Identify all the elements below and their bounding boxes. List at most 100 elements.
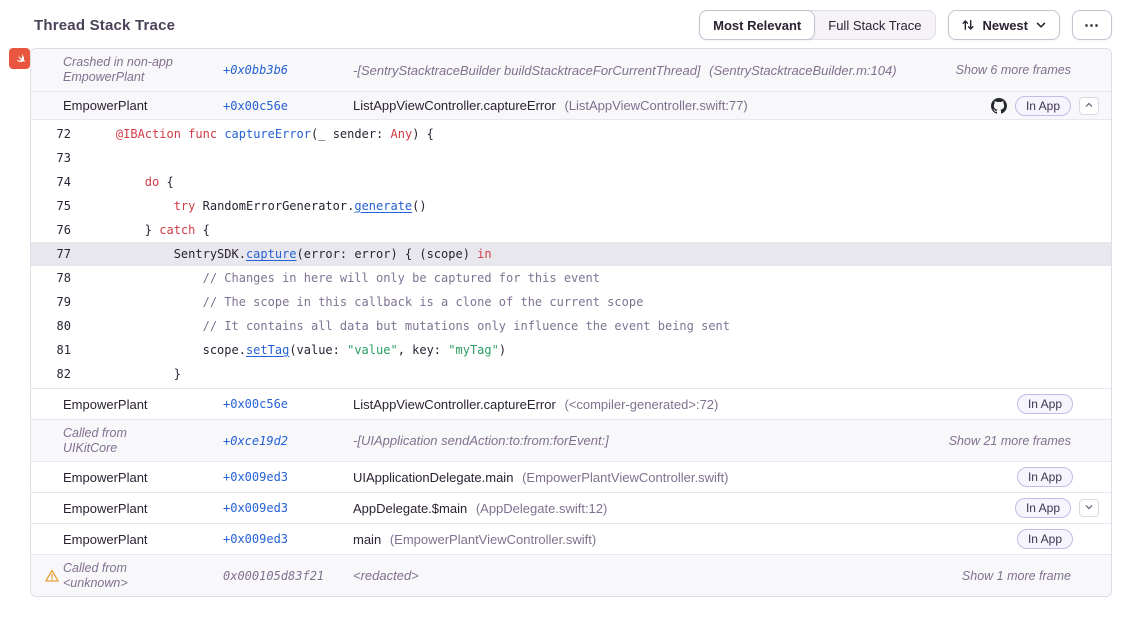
code-token: SentrySDK. (87, 247, 246, 261)
thread-stack-trace-panel: Thread Stack Trace Most Relevant Full St… (0, 0, 1141, 619)
frame-module: EmpowerPlant (63, 470, 223, 485)
frame-source-link[interactable]: (<compiler-generated>:72) (564, 397, 718, 412)
header-controls: Most Relevant Full Stack Trace Newest ⋯ (699, 10, 1112, 40)
code-token: () (412, 199, 426, 213)
show-more-frames-link[interactable]: Show 6 more frames (956, 63, 1071, 77)
stack-frame-row[interactable]: EmpowerPlant +0x00c56e ListAppViewContro… (31, 91, 1111, 119)
stack-frame-row[interactable]: EmpowerPlant +0x00c56e ListAppViewContro… (31, 388, 1111, 419)
frame-address-link[interactable]: +0xce19d2 (223, 434, 353, 448)
frame-source-file: (SentryStacktraceBuilder.m:104) (709, 63, 896, 78)
code-token (87, 271, 203, 285)
frame-function: UIApplicationDelegate.main (353, 470, 513, 485)
code-link[interactable]: capture (246, 247, 297, 261)
stack-frame-row[interactable]: Called from UIKitCore +0xce19d2 -[UIAppl… (31, 419, 1111, 461)
code-token: "myTag" (448, 343, 499, 357)
line-number: 75 (31, 199, 71, 213)
code-token: { (159, 175, 173, 189)
code-link[interactable]: generate (354, 199, 412, 213)
code-token: @IBAction (116, 127, 181, 141)
full-stack-trace-button[interactable]: Full Stack Trace (814, 11, 935, 39)
chevron-up-icon (1084, 97, 1094, 115)
github-icon[interactable] (991, 98, 1007, 114)
code-token: catch (159, 223, 195, 237)
sort-arrows-icon (961, 18, 975, 32)
stack-frame-row[interactable]: EmpowerPlant +0x009ed3 main (EmpowerPlan… (31, 523, 1111, 554)
code-token: // It contains all data but mutations on… (203, 319, 730, 333)
frame-source-link[interactable]: (EmpowerPlantViewController.swift) (390, 532, 596, 547)
frame-module: EmpowerPlant (63, 501, 223, 516)
collapse-frame-button[interactable] (1079, 97, 1099, 115)
warning-icon (44, 568, 60, 584)
code-line: 82 } (31, 362, 1111, 386)
frame-address-link[interactable]: +0x00c56e (223, 397, 353, 411)
code-line-highlighted: 77 SentrySDK.capture(error: error) { (sc… (31, 242, 1111, 266)
code-token: ) { (412, 127, 434, 141)
frame-function: <redacted> (353, 568, 419, 583)
frame-address-link[interactable]: +0x009ed3 (223, 532, 353, 546)
ellipsis-icon: ⋯ (1084, 16, 1100, 34)
frame-source-link[interactable]: (AppDelegate.swift:12) (476, 501, 608, 516)
code-token (87, 319, 203, 333)
frame-address-link[interactable]: +0x00c56e (223, 99, 353, 113)
code-line: 72 @IBAction func captureError(_ sender:… (31, 122, 1111, 146)
code-token (87, 127, 116, 141)
code-token: // The scope in this callback is a clone… (203, 295, 644, 309)
code-token: { (195, 223, 209, 237)
code-token: } (87, 223, 159, 237)
stack-frame-row[interactable]: EmpowerPlant +0x009ed3 AppDelegate.$main… (31, 492, 1111, 523)
frame-function: main (353, 532, 381, 547)
sort-newest-button[interactable]: Newest (948, 10, 1060, 40)
show-more-frames-link[interactable]: Show 1 more frame (962, 569, 1071, 583)
frame-address-link[interactable]: +0x009ed3 (223, 470, 353, 484)
frame-function: -[UIApplication sendAction:to:from:forEv… (353, 433, 609, 448)
stack-frame-row[interactable]: Crashed in non-app EmpowerPlant +0x0bb3b… (31, 49, 1111, 91)
code-token: ) (499, 343, 506, 357)
expand-frame-button[interactable] (1079, 499, 1099, 517)
frame-module: Called from <unknown> (63, 561, 223, 591)
code-token: scope. (87, 343, 246, 357)
code-token: (error: error) { (scope) (297, 247, 478, 261)
more-options-button[interactable]: ⋯ (1072, 10, 1112, 40)
frame-address-link[interactable]: +0x0bb3b6 (223, 63, 353, 77)
code-line: 78 // Changes in here will only be captu… (31, 266, 1111, 290)
code-token: captureError (224, 127, 311, 141)
source-context: 72 @IBAction func captureError(_ sender:… (31, 119, 1111, 388)
line-number: 79 (31, 295, 71, 309)
code-token: in (477, 247, 491, 261)
frame-source-link[interactable]: (ListAppViewController.swift:77) (564, 98, 747, 113)
stack-frame-row[interactable]: EmpowerPlant +0x009ed3 UIApplicationDele… (31, 461, 1111, 492)
chevron-down-icon (1084, 499, 1094, 517)
stack-frame-rows: Crashed in non-app EmpowerPlant +0x0bb3b… (31, 49, 1111, 596)
chevron-down-icon (1035, 19, 1047, 31)
in-app-badge: In App (1015, 96, 1071, 116)
frame-module: EmpowerPlant (63, 98, 223, 113)
in-app-badge: In App (1017, 394, 1073, 414)
frame-module: EmpowerPlant (63, 397, 223, 412)
page-title: Thread Stack Trace (34, 17, 175, 34)
line-number: 81 (31, 343, 71, 357)
code-token: try (174, 199, 196, 213)
frame-module: EmpowerPlant (63, 532, 223, 547)
line-number: 73 (31, 151, 71, 165)
in-app-badge: In App (1015, 498, 1071, 518)
code-token (87, 295, 203, 309)
frame-address: 0x000105d83f21 (223, 569, 353, 583)
frame-source-link[interactable]: (EmpowerPlantViewController.swift) (522, 470, 728, 485)
stack-frame-row[interactable]: Called from <unknown> 0x000105d83f21 <re… (31, 554, 1111, 596)
show-more-frames-link[interactable]: Show 21 more frames (949, 434, 1071, 448)
code-token: do (145, 175, 159, 189)
code-token: // Changes in here will only be captured… (203, 271, 600, 285)
code-line: 76 } catch { (31, 218, 1111, 242)
frame-module: Crashed in non-app EmpowerPlant (63, 55, 223, 85)
line-number: 82 (31, 367, 71, 381)
code-token: , key: (398, 343, 449, 357)
line-number: 80 (31, 319, 71, 333)
line-number: 78 (31, 271, 71, 285)
sort-label: Newest (982, 18, 1028, 33)
code-line: 75 try RandomErrorGenerator.generate() (31, 194, 1111, 218)
most-relevant-button[interactable]: Most Relevant (699, 10, 815, 40)
code-link[interactable]: setTag (246, 343, 289, 357)
frame-address-link[interactable]: +0x009ed3 (223, 501, 353, 515)
line-number: 77 (31, 247, 71, 261)
panel-header: Thread Stack Trace Most Relevant Full St… (0, 0, 1141, 40)
